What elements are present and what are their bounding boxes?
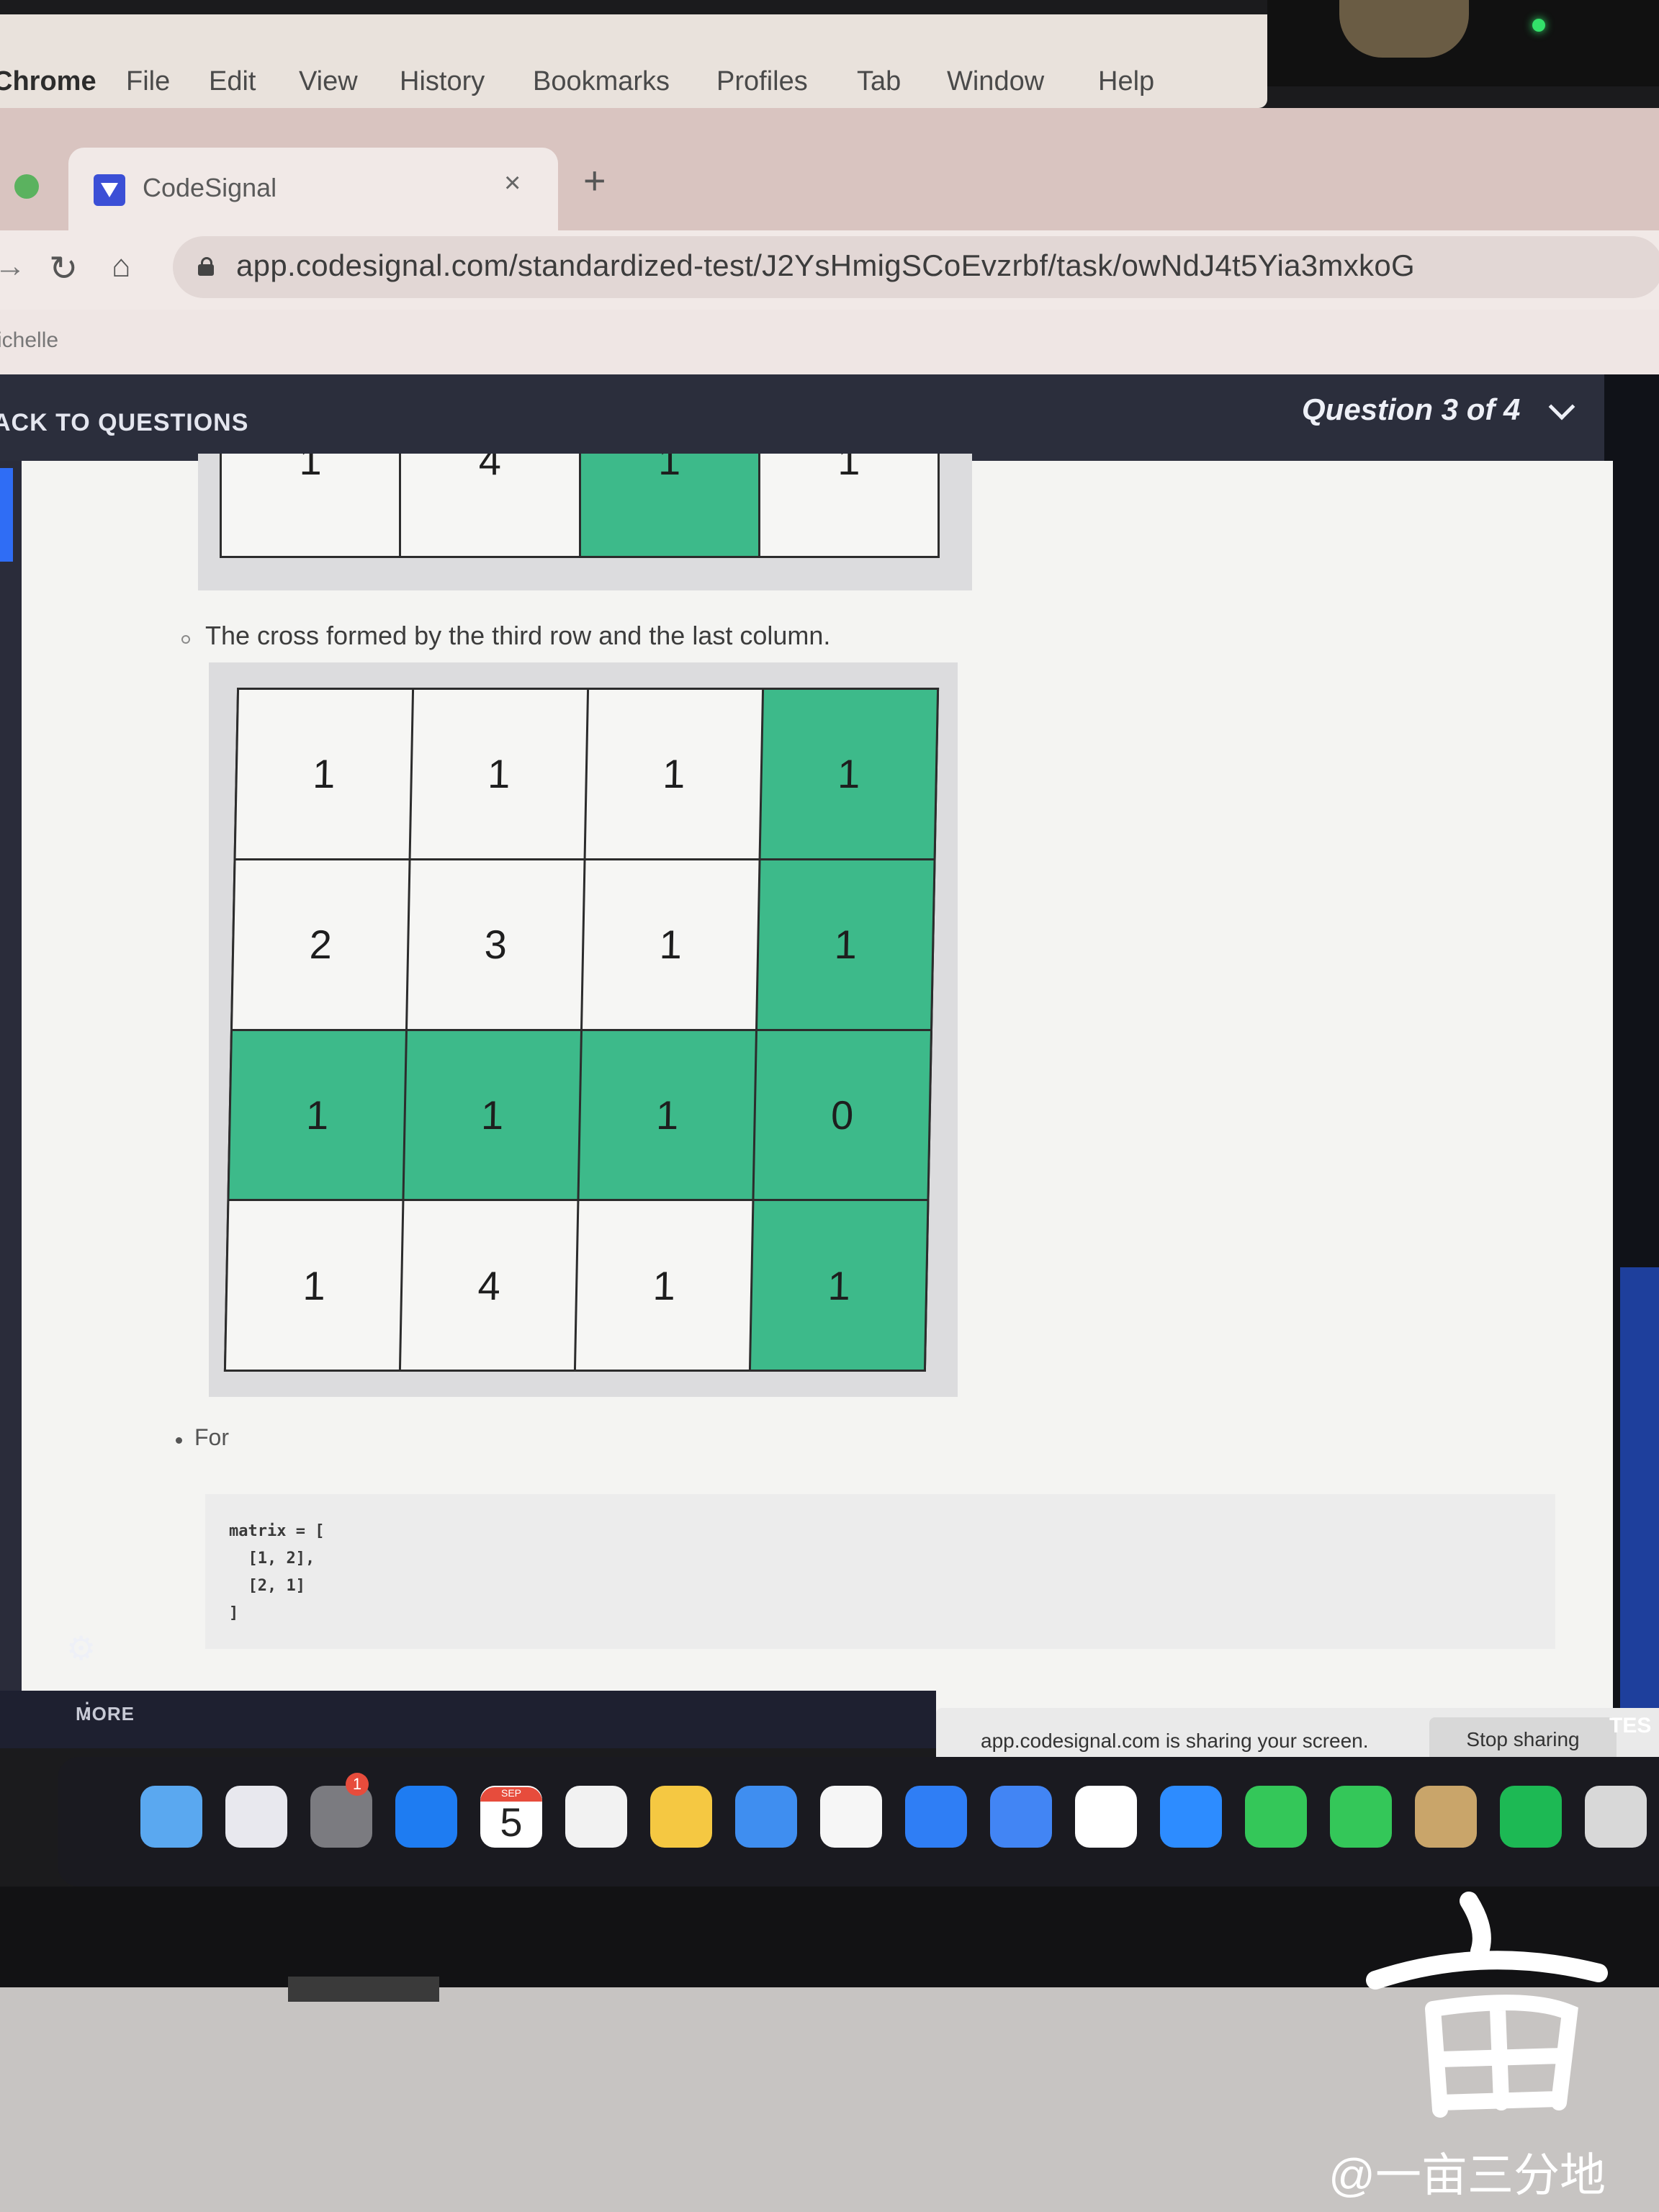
bookmarks-bar xyxy=(0,310,1659,374)
camera-indicator-icon xyxy=(1532,19,1545,32)
launchpad-icon[interactable] xyxy=(225,1786,287,1848)
matrix-cell-highlighted: 0 xyxy=(754,1030,930,1200)
app-icon[interactable] xyxy=(1415,1786,1477,1848)
menu-app-chrome[interactable]: Chrome xyxy=(0,66,96,97)
bullet-icon xyxy=(176,1437,182,1444)
lock-icon[interactable] xyxy=(198,257,214,276)
code-text: matrix = [ [1, 2], [2, 1] ] xyxy=(229,1522,325,1622)
matrix-cell: 2 xyxy=(233,860,409,1029)
sidebar-active-indicator xyxy=(0,468,13,562)
laptop-hinge xyxy=(288,1977,439,2002)
notes-icon[interactable] xyxy=(650,1786,712,1848)
code-block xyxy=(205,1494,1555,1649)
menu-view[interactable]: View xyxy=(299,66,358,97)
calendar-icon[interactable]: SEP 5 xyxy=(480,1786,542,1848)
matrix-cell: 3 xyxy=(408,860,584,1029)
calculator-icon[interactable] xyxy=(1585,1786,1647,1848)
menu-bookmarks[interactable]: Bookmarks xyxy=(533,66,670,97)
home-icon[interactable]: ⌂ xyxy=(112,248,131,284)
example-intro: For xyxy=(194,1424,229,1450)
notification-badge: 1 xyxy=(346,1773,369,1796)
watermark-text: @一亩三分地 xyxy=(1328,2149,1606,2201)
stop-sharing-button[interactable]: Stop sharing xyxy=(1429,1717,1617,1762)
gear-icon[interactable]: ⚙ xyxy=(66,1629,96,1668)
matrix-cell: 1 xyxy=(235,690,413,858)
matrix-cell-highlighted: 1 xyxy=(757,860,934,1029)
figure-caption: The cross formed by the third row and th… xyxy=(205,621,831,650)
zoom-icon[interactable] xyxy=(1160,1786,1222,1848)
menu-help[interactable]: Help xyxy=(1098,66,1154,97)
safari-icon[interactable] xyxy=(905,1786,967,1848)
menu-tab[interactable]: Tab xyxy=(857,66,901,97)
more-bar xyxy=(0,1691,936,1748)
app-store-icon[interactable] xyxy=(395,1786,457,1848)
chrome-icon[interactable] xyxy=(990,1786,1052,1848)
matrix-previous-grid: 1 4 1 1 xyxy=(220,454,940,558)
webcam-cover xyxy=(1339,0,1469,58)
system-settings-icon[interactable] xyxy=(310,1786,372,1848)
matrix-cell-highlighted: 1 xyxy=(579,1030,755,1200)
screen-share-message: app.codesignal.com is sharing your scree… xyxy=(981,1730,1369,1752)
back-to-questions-link[interactable]: ACK TO QUESTIONS xyxy=(0,409,248,437)
reminders-icon[interactable] xyxy=(565,1786,627,1848)
reload-icon[interactable]: ↻ xyxy=(49,248,78,289)
matrix-cell: 1 xyxy=(583,860,759,1029)
profile-name[interactable]: ichelle xyxy=(0,328,58,353)
facetime-icon[interactable] xyxy=(1245,1786,1307,1848)
matrix-cell: 1 xyxy=(225,1201,403,1370)
matrix-cell: 1 xyxy=(585,690,763,858)
matrix-cell-highlighted: 1 xyxy=(229,1030,405,1200)
mail-icon[interactable] xyxy=(735,1786,797,1848)
slack-icon[interactable] xyxy=(1075,1786,1137,1848)
matrix-cell-highlighted: 1 xyxy=(760,690,938,858)
macos-menubar: Chrome File Edit View History Bookmarks … xyxy=(0,14,1267,108)
menu-window[interactable]: Window xyxy=(947,66,1044,97)
tab-title: CodeSignal xyxy=(143,173,277,202)
menu-edit[interactable]: Edit xyxy=(209,66,256,97)
bullet-icon xyxy=(181,635,190,644)
matrix-cell-highlighted: 1 xyxy=(580,454,758,556)
photos-icon[interactable] xyxy=(820,1786,882,1848)
test-label: TES xyxy=(1609,1714,1652,1737)
matrix-grid: 1 1 1 1 2 3 1 1 1 1 1 0 1 4 1 1 xyxy=(223,688,940,1372)
matrix-cell: 4 xyxy=(401,454,579,556)
matrix-cell: 1 xyxy=(575,1201,752,1370)
forward-arrow-icon[interactable]: → xyxy=(0,248,26,284)
spotify-icon[interactable] xyxy=(1500,1786,1562,1848)
menu-file[interactable]: File xyxy=(126,66,170,97)
question-counter[interactable]: Question 3 of 4 xyxy=(1302,392,1520,427)
window-zoom-icon[interactable] xyxy=(14,174,39,199)
more-button[interactable]: MORE xyxy=(76,1703,135,1725)
codesignal-favicon-icon xyxy=(94,174,125,206)
tab-codesignal[interactable] xyxy=(68,148,558,230)
menu-history[interactable]: History xyxy=(400,66,485,97)
matrix-cell-highlighted: 1 xyxy=(750,1201,927,1370)
right-panel xyxy=(1620,1267,1659,1728)
menu-profiles[interactable]: Profiles xyxy=(716,66,808,97)
matrix-cell: 1 xyxy=(760,454,938,556)
tab-close-icon[interactable]: × xyxy=(504,167,521,199)
matrix-cell: 1 xyxy=(410,690,588,858)
new-tab-button[interactable]: + xyxy=(583,158,606,203)
matrix-cell-highlighted: 1 xyxy=(404,1030,580,1200)
url-text[interactable]: app.codesignal.com/standardized-test/J2Y… xyxy=(236,248,1415,283)
matrix-cell: 1 xyxy=(222,454,400,556)
finder-icon[interactable] xyxy=(140,1786,202,1848)
calendar-day: 5 xyxy=(500,1799,523,1845)
matrix-cell: 4 xyxy=(400,1201,577,1370)
watermark-logo-icon xyxy=(1366,1892,1608,2118)
messages-icon[interactable] xyxy=(1330,1786,1392,1848)
